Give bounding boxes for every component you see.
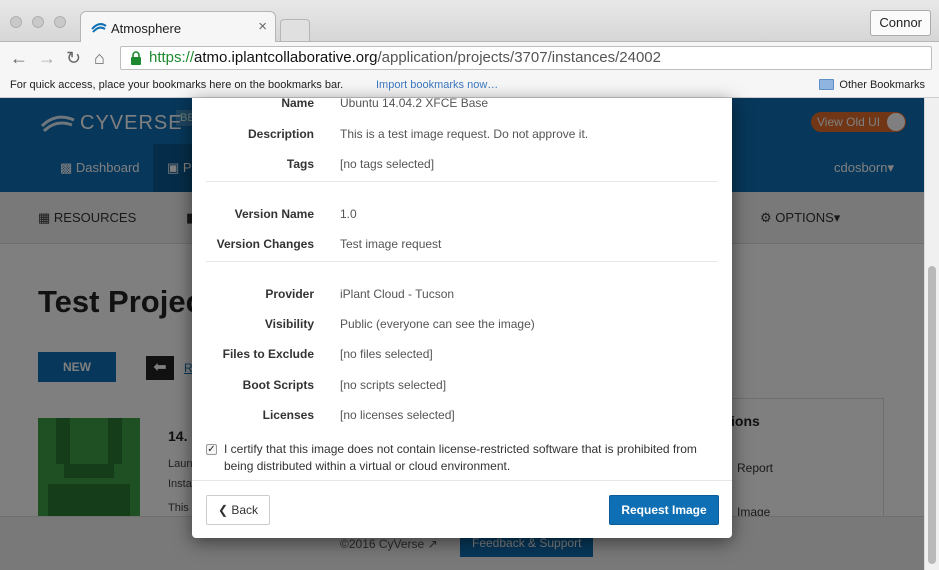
home-icon[interactable]: ⌂ xyxy=(94,48,105,68)
field-version-name: Version Name 1.0 xyxy=(192,207,732,227)
window-minimize-button[interactable] xyxy=(32,16,44,28)
field-label: Version Changes xyxy=(216,237,314,251)
tab-close-icon[interactable]: × xyxy=(258,18,267,35)
profile-button[interactable]: Connor xyxy=(870,10,931,36)
bookmarks-hint: For quick access, place your bookmarks h… xyxy=(10,79,344,91)
browser-toolbar: ← → ↻ ⌂ https://atmo.iplantcollaborative… xyxy=(0,42,939,74)
back-button-label: Back xyxy=(231,503,259,517)
modal-footer: ❮ Back Request Image xyxy=(192,480,732,538)
field-value: iPlant Cloud - Tucson xyxy=(340,287,455,301)
folder-icon xyxy=(819,78,835,90)
atmosphere-favicon-icon xyxy=(91,23,107,33)
certify-text: I certify that this image does not conta… xyxy=(224,442,697,473)
field-value: Test image request xyxy=(340,237,442,251)
field-name: Name Ubuntu 14.04.2 XFCE Base xyxy=(192,98,732,116)
url-path: /application/projects/3707/instances/240… xyxy=(377,49,661,66)
field-files-to-exclude: Files to Exclude [no files selected] xyxy=(192,347,732,367)
field-value: [no scripts selected] xyxy=(340,378,447,392)
field-description: Description This is a test image request… xyxy=(192,127,732,147)
scroll-thumb[interactable] xyxy=(928,266,936,564)
lock-icon xyxy=(131,51,141,65)
import-bookmarks-link[interactable]: Import bookmarks now… xyxy=(376,74,498,96)
field-label: Licenses xyxy=(262,408,314,422)
field-label: Version Name xyxy=(234,207,314,221)
new-tab-button[interactable] xyxy=(280,19,310,41)
request-image-button[interactable]: Request Image xyxy=(609,495,719,525)
field-licenses: Licenses [no licenses selected] xyxy=(192,408,732,428)
other-bookmarks[interactable]: Other Bookmarks xyxy=(819,74,925,96)
back-arrow-icon[interactable]: ← xyxy=(10,48,28,68)
field-label: Tags xyxy=(286,157,314,171)
field-visibility: Visibility Public (everyone can see the … xyxy=(192,317,732,337)
field-label: Boot Scripts xyxy=(242,378,314,392)
tab-title: Atmosphere xyxy=(111,21,182,36)
field-label: Name xyxy=(281,98,314,110)
field-boot-scripts: Boot Scripts [no scripts selected] xyxy=(192,378,732,398)
page-scrollbar[interactable] xyxy=(924,98,939,570)
field-label: Provider xyxy=(265,287,314,301)
forward-arrow-icon[interactable]: → xyxy=(38,48,56,68)
field-tags: Tags [no tags selected] xyxy=(192,157,732,177)
field-value: [no tags selected] xyxy=(340,157,435,171)
divider xyxy=(206,261,717,262)
field-label: Visibility xyxy=(264,317,314,331)
field-value: [no files selected] xyxy=(340,347,433,361)
back-button[interactable]: ❮ Back xyxy=(206,495,270,525)
field-value: This is a test image request. Do not app… xyxy=(340,127,589,141)
reload-icon[interactable]: ↻ xyxy=(66,48,81,68)
window-zoom-button[interactable] xyxy=(54,16,66,28)
other-bookmarks-label: Other Bookmarks xyxy=(839,79,925,91)
field-version-changes: Version Changes Test image request xyxy=(192,237,732,257)
browser-tab[interactable]: Atmosphere × xyxy=(80,11,276,43)
request-image-modal: Name Ubuntu 14.04.2 XFCE Base Descriptio… xyxy=(192,98,732,538)
url-bar[interactable]: https://atmo.iplantcollaborative.org/app… xyxy=(120,46,932,70)
divider xyxy=(206,181,717,182)
field-label: Files to Exclude xyxy=(222,347,314,361)
window-close-button[interactable] xyxy=(10,16,22,28)
field-value: Public (everyone can see the image) xyxy=(340,317,535,331)
browser-titlebar: Atmosphere × Connor xyxy=(0,0,939,43)
chevron-left-icon: ❮ xyxy=(217,503,232,517)
certify-checkbox[interactable]: ✓ xyxy=(206,444,217,455)
url-host: atmo.iplantcollaborative.org xyxy=(194,49,378,66)
field-value: 1.0 xyxy=(340,207,357,221)
field-value: Ubuntu 14.04.2 XFCE Base xyxy=(340,98,489,110)
field-value: [no licenses selected] xyxy=(340,408,455,422)
field-provider: Provider iPlant Cloud - Tucson xyxy=(192,287,732,307)
bookmarks-bar: For quick access, place your bookmarks h… xyxy=(0,74,939,98)
url-scheme: https:// xyxy=(149,49,195,66)
field-label: Description xyxy=(247,127,314,141)
